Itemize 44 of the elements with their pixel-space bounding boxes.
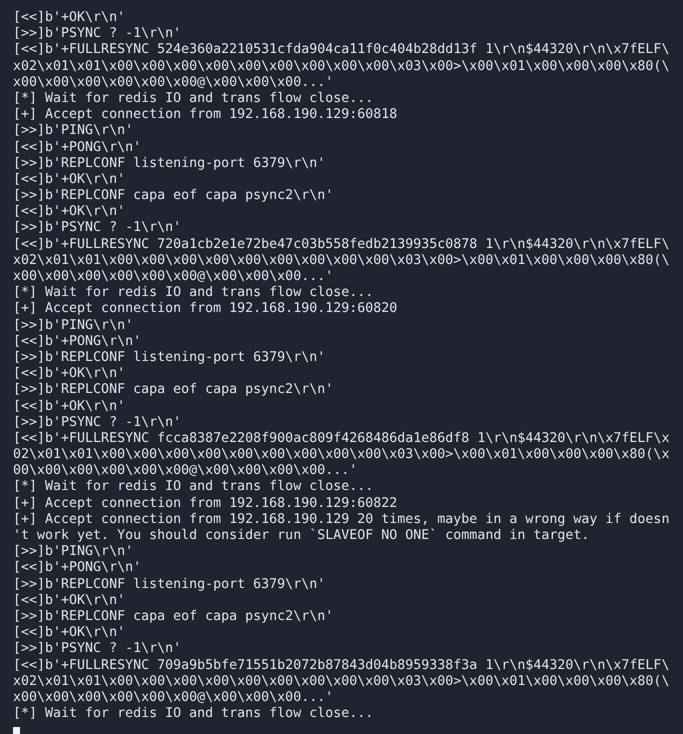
terminal-line: [<<]b'+FULLRESYNC fcca8387e2208f900ac809f4268486da1e86df8 1\r\n$44320\r\n\x7fELF\x bbox=[13, 430, 670, 448]
terminal-line: [<<]b'+FULLRESYNC 709a9b5bfe71551b2072b87843d04b8959338f3a 1\r\n$44320\r\n\x7fELF\ bbox=[13, 658, 670, 674]
terminal-line: [<<]b'+OK\r\n' bbox=[13, 592, 126, 609]
terminal-line: [<<]b'+OK\r\n' bbox=[13, 366, 126, 382]
terminal-line: [>>]b'REPLCONF listening-port 6379\r\n' bbox=[13, 576, 326, 593]
terminal-line: x00\x00\x00\x00\x00\x00@\x00\x00\x00...' bbox=[13, 74, 334, 91]
terminal-line: [*] Wait for redis IO and trans flow close... bbox=[13, 90, 374, 108]
terminal-line: [>>]b'REPLCONF capa eof capa psync2\r\n' bbox=[13, 382, 334, 398]
terminal-line: [>>]b'PSYNC ? -1\r\n' bbox=[13, 414, 182, 431]
terminal-line: [>>]b'PING\r\n' bbox=[13, 318, 134, 334]
terminal-line: [<<]b'+OK\r\n' bbox=[13, 10, 126, 26]
terminal-line: [<<]b'+OK\r\n' bbox=[13, 398, 126, 415]
terminal-line: [+] Accept connection from 192.168.190.129:60820 bbox=[13, 301, 398, 318]
terminal-line: [>>]b'PSYNC ? -1\r\n' bbox=[13, 641, 182, 658]
terminal-line: [<<]b'+PONG\r\n' bbox=[13, 140, 142, 156]
terminal-line: 00\x00\x00\x00\x00\x00@\x00\x00\x00\x00...' bbox=[13, 463, 358, 480]
terminal-line: [>>]b'PSYNC ? -1\r\n' bbox=[13, 26, 182, 42]
terminal-line: [>>]b'REPLCONF listening-port 6379\r\n' bbox=[13, 350, 326, 366]
terminal-line: [+] Accept connection from 192.168.190.129 20 times, maybe in a wrong way if doesn bbox=[13, 512, 670, 528]
terminal-line: [>>]b'PING\r\n' bbox=[13, 123, 134, 140]
terminal-line: [>>]b'REPLCONF capa eof capa psync2\r\n' bbox=[13, 608, 334, 626]
terminal-line: [*] Wait for redis IO and trans flow close... bbox=[13, 706, 374, 722]
terminal-line: [>>]b'PSYNC ? -1\r\n' bbox=[13, 220, 182, 237]
terminal-line: [<<]b'+FULLRESYNC 720a1cb2e1e72be47c03b558fedb2139935c0878 1\r\n$44320\r\n\x7fELF\ bbox=[13, 236, 670, 253]
terminal-line: x02\x01\x01\x00\x00\x00\x00\x00\x00\x00\x00\x00\x03\x00>\x00\x01\x00\x00\x00\x80(\ bbox=[13, 674, 670, 690]
terminal-line: 't work yet. You should consider run `SLAVEOF NO ONE` command in target. bbox=[13, 528, 590, 544]
terminal-line: 02\x01\x01\x00\x00\x00\x00\x00\x00\x00\x00\x00\x03\x00>\x00\x01\x00\x00\x00\x80(\x bbox=[13, 447, 670, 464]
terminal-line: x00\x00\x00\x00\x00\x00@\x00\x00\x00...' bbox=[13, 269, 334, 286]
terminal-line: [+] Accept connection from 192.168.190.129:60822 bbox=[13, 496, 398, 512]
terminal-line: [*] Wait for redis IO and trans flow close... bbox=[13, 285, 374, 302]
terminal-line: x00\x00\x00\x00\x00\x00@\x00\x00\x00...' bbox=[13, 690, 334, 706]
terminal-line: x02\x01\x01\x00\x00\x00\x00\x00\x00\x00\x00\x00\x03\x00>\x00\x01\x00\x00\x00\x80(\ bbox=[13, 58, 670, 75]
terminal-line: [<<]b'+OK\r\n' bbox=[13, 204, 126, 220]
terminal-line: [+] Accept connection from 192.168.190.129:60818 bbox=[13, 107, 398, 124]
terminal-line: [<<]b'+OK\r\n' bbox=[13, 172, 126, 188]
terminal-line: [>>]b'REPLCONF listening-port 6379\r\n' bbox=[13, 156, 326, 172]
terminal-line: [<<]b'+PONG\r\n' bbox=[13, 560, 142, 577]
terminal-line: [<<]b'+OK\r\n' bbox=[13, 625, 126, 642]
terminal-line: [>>]b'PING\r\n' bbox=[13, 544, 134, 560]
terminal-line: [>>]b'REPLCONF capa eof capa psync2\r\n' bbox=[13, 188, 334, 204]
terminal-line: [<<]b'+FULLRESYNC 524e360a2210531cfda904ca11f0c404b28dd13f 1\r\n$44320\r\n\x7fELF\ bbox=[13, 42, 670, 59]
terminal-line: [<<]b'+PONG\r\n' bbox=[13, 334, 142, 350]
terminal-line: x02\x01\x01\x00\x00\x00\x00\x00\x00\x00\x00\x00\x03\x00>\x00\x01\x00\x00\x00\x80(\ bbox=[13, 252, 670, 269]
terminal-line: [*] Wait for redis IO and trans flow close... bbox=[13, 479, 374, 496]
